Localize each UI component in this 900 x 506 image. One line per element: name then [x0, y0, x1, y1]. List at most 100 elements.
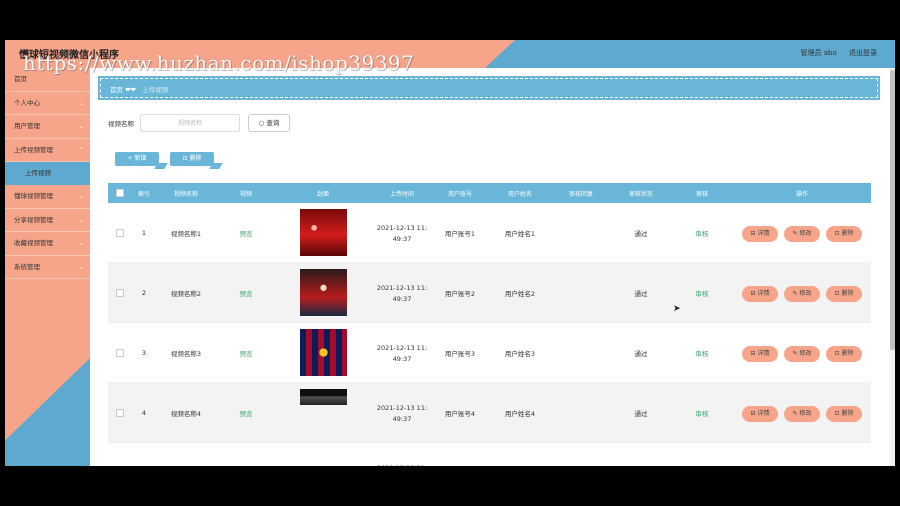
- edit-button[interactable]: ✎ 修改: [784, 465, 820, 466]
- row-video-name: 视频名称3: [170, 349, 202, 358]
- row-user-name: 用户姓名4: [504, 409, 536, 418]
- add-button-label: 新增: [134, 155, 147, 162]
- sidebar-item-favorite-video-mgmt[interactable]: 收藏视频管理 ⌄: [5, 232, 90, 256]
- table-body: 1 视频名称1 预览 2021-12-13 11: 49:37 用户账号1 用户…: [108, 203, 871, 466]
- delete-button-label: 删除: [189, 155, 202, 162]
- row-upload-time: 49:37: [392, 294, 412, 303]
- row-user-account: 用户账号3: [444, 349, 476, 358]
- edit-button[interactable]: ✎ 修改: [784, 345, 820, 362]
- search-icon: ○: [258, 119, 265, 127]
- row-video-preview-link[interactable]: 预览: [240, 228, 253, 238]
- video-table: 索引 视频名称 视频 封面 上传时间 用户账号 用户姓名 审核回复 审核状态 审…: [108, 183, 871, 466]
- edit-button-label: 修改: [799, 289, 812, 297]
- search-input[interactable]: 视频名称: [140, 114, 240, 132]
- column-header: 用户姓名: [507, 191, 533, 198]
- select-all-checkbox[interactable]: [116, 189, 124, 197]
- row-upload-time: 2021-12-13 11:: [377, 464, 427, 467]
- row-checkbox[interactable]: [116, 229, 124, 237]
- row-audit-link[interactable]: 审核: [696, 408, 709, 418]
- chevron-down-icon: ⌄: [78, 263, 84, 271]
- detail-button-label: 详情: [757, 229, 770, 237]
- column-header: 封面: [316, 191, 330, 198]
- scrollbar-thumb[interactable]: [890, 70, 895, 350]
- detail-button[interactable]: ⊟ 详情: [742, 285, 778, 302]
- row-user-account: 用户账号4: [444, 409, 476, 418]
- detail-button[interactable]: ⊟ 详情: [742, 465, 778, 466]
- row-upload-time: 2021-12-13 11:: [376, 223, 428, 232]
- edit-button[interactable]: ✎ 修改: [784, 285, 820, 302]
- row-video-name: 视频名称1: [170, 229, 202, 238]
- search-label: 视频名称: [108, 120, 134, 128]
- app-window: 懂球短视频微信小程序 管理员 abo 退出登录 https://www.huzh…: [5, 40, 895, 466]
- edit-button[interactable]: ✎ 修改: [784, 225, 820, 242]
- table-row: 4 视频名称4 预览 2021-12-13 11: 49:37 用户账号4 用户…: [108, 383, 871, 443]
- row-video-preview-link[interactable]: 预览: [240, 348, 253, 358]
- row-cover-image: [300, 269, 347, 316]
- sidebar-item-label: 上传视频管理: [14, 145, 53, 154]
- sidebar-item-profile[interactable]: 个人中心 ⌄: [5, 92, 90, 115]
- row-user-name: 用户姓名3: [504, 349, 536, 358]
- row-video-preview-link[interactable]: 预览: [240, 408, 253, 418]
- sidebar-item-label: 懂球视频管理: [14, 192, 53, 200]
- row-cover-image: [300, 209, 347, 256]
- sidebar-item-upload-video-mgmt[interactable]: 上传视频管理 ⌃: [5, 139, 90, 162]
- row-upload-time: 2021-12-13 11:: [376, 283, 428, 292]
- detail-button[interactable]: ⊟ 详情: [742, 405, 778, 422]
- chevron-down-icon: ⌄: [78, 193, 84, 200]
- delete-button-label: 删除: [841, 409, 854, 417]
- edit-button[interactable]: ✎ 修改: [784, 405, 820, 422]
- row-video-name: 视频名称2: [170, 289, 202, 298]
- row-index: 1: [141, 228, 147, 237]
- sidebar-item-share-video-mgmt[interactable]: 分享视频管理 ⌄: [5, 209, 90, 232]
- row-audit-link[interactable]: 审核: [696, 228, 709, 238]
- breadcrumb-home[interactable]: 首页: [110, 86, 123, 94]
- sidebar: 首页 个人中心 ⌄ 用户管理 ⌄ 上传视频管理 ⌃ 上传视频 懂球视频管理 ⌄ 分享视频…: [5, 68, 90, 466]
- row-audit-status: 通过: [634, 409, 648, 418]
- sidebar-item-label: 首页: [14, 75, 27, 83]
- column-header: 审核回复: [568, 191, 594, 198]
- delete-button[interactable]: ⊡ 删除: [826, 285, 862, 302]
- scrollbar[interactable]: [890, 68, 895, 466]
- row-video-preview-link[interactable]: 预览: [240, 288, 253, 298]
- detail-button[interactable]: ⊟ 详情: [742, 225, 778, 242]
- column-header: 审核状态: [628, 191, 654, 198]
- logout-link[interactable]: 退出登录: [849, 49, 877, 57]
- column-header: 索引: [137, 191, 151, 198]
- row-audit-status: 通过: [634, 349, 648, 358]
- sidebar-subitem-upload-video[interactable]: 上传视频: [5, 162, 90, 185]
- table-row: 1 视频名称1 预览 2021-12-13 11: 49:37 用户账号1 用户…: [108, 203, 871, 263]
- table-header: 索引 视频名称 视频 封面 上传时间 用户账号 用户姓名 审核回复 审核状态 审…: [108, 183, 871, 203]
- detail-button-label: 详情: [757, 349, 770, 357]
- sidebar-item-label: 系统管理: [14, 262, 40, 271]
- search-button[interactable]: ○ 查询: [248, 114, 290, 132]
- chevron-down-icon: ⌄: [78, 216, 84, 224]
- sidebar-item-system[interactable]: 系统管理 ⌄: [5, 256, 90, 279]
- delete-button[interactable]: ⊡ 删除: [826, 345, 862, 362]
- sidebar-item-label: 上传视频: [25, 169, 51, 177]
- row-checkbox[interactable]: [116, 349, 124, 357]
- chevron-down-icon: ⌄: [78, 99, 84, 107]
- sidebar-item-users[interactable]: 用户管理 ⌄: [5, 115, 90, 139]
- batch-delete-button[interactable]: ⊡ 删除: [170, 152, 214, 166]
- row-cover-image: [300, 389, 347, 405]
- row-audit-link[interactable]: 审核: [696, 288, 709, 298]
- row-checkbox[interactable]: [116, 409, 124, 417]
- edit-button-label: 修改: [799, 349, 812, 357]
- sidebar-item-home[interactable]: 首页: [5, 68, 90, 92]
- delete-button[interactable]: ⊡ 删除: [826, 465, 862, 466]
- chevron-down-icon: ⌄: [78, 123, 84, 130]
- column-header: 视频: [239, 191, 253, 198]
- column-header: 用户账号: [447, 191, 473, 198]
- column-header: 操作: [795, 191, 809, 198]
- add-button[interactable]: + 新增: [115, 152, 159, 166]
- table-row: 2 视频名称2 预览 2021-12-13 11: 49:37 用户账号2 用户…: [108, 263, 871, 323]
- sidebar-item-football-video-mgmt[interactable]: 懂球视频管理 ⌄: [5, 185, 90, 209]
- chevron-down-icon: ⌄: [78, 240, 84, 247]
- delete-button[interactable]: ⊡ 删除: [826, 225, 862, 242]
- row-audit-link[interactable]: 审核: [696, 348, 709, 358]
- row-checkbox[interactable]: [116, 289, 124, 297]
- column-header: 审核: [695, 191, 709, 198]
- row-user-name: 用户姓名2: [504, 289, 536, 298]
- detail-button[interactable]: ⊟ 详情: [742, 345, 778, 362]
- delete-button[interactable]: ⊡ 删除: [826, 405, 862, 422]
